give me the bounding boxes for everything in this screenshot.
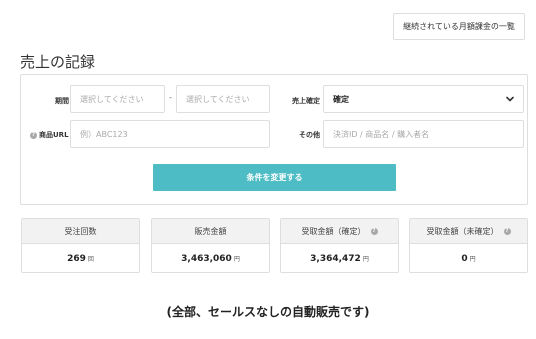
stat-unit: 円 [469,256,476,263]
stat-value-row: 0円 [410,244,527,273]
question-circle-icon[interactable]: ? [503,227,511,235]
stat-card-received-confirmed: 受取金額（確定）? 3,364,472 円 [280,218,399,273]
stat-title-text: 受注回数 [64,226,97,236]
date-to-input[interactable]: 選択してください [176,85,270,113]
footer-note: (全部、セールスなしの自動販売です) [166,305,370,319]
stat-value: 3,364,472 [310,253,361,264]
stat-card-sales-amount: 販売金額 3,463,060 円 [151,218,270,273]
product-url-input[interactable]: 例）ABC123 [70,120,270,148]
stat-title-text: 受取金額（未確定） [426,226,499,236]
stat-title: 受注回数 [22,219,139,244]
stat-title-text: 受取金額（確定） [301,226,366,236]
stat-unit: 円 [362,256,369,263]
stat-title: 受取金額（確定）? [281,219,398,244]
stat-value: 3,463,060 [181,253,232,264]
other-search-input[interactable]: 決済ID / 商品名 / 購入者名 [323,120,524,148]
stat-title: 受取金額（未確定）? [410,219,527,244]
period-label: 期間 [55,97,69,105]
stat-title: 販売金額 [152,219,269,244]
date-separator: - [169,93,172,102]
stat-value: 269 [67,253,86,264]
stat-card-orders: 受注回数 269 回 [21,218,140,273]
apply-filter-button[interactable]: 条件を変更する [153,164,396,191]
stat-title-text: 販売金額 [194,226,227,236]
product-url-label: 商品URL [39,131,69,139]
stat-card-received-unconfirmed: 受取金額（未確定）? 0円 [409,218,528,273]
page-title: 売上の記録 [20,53,96,71]
stat-value: 0 [461,253,468,264]
stat-value-row: 3,463,060 円 [152,244,269,273]
other-label: その他 [299,131,320,139]
stat-value-row: 3,364,472 円 [281,244,398,273]
stat-value-row: 269 回 [22,244,139,273]
sales-status-label: 売上確定 [292,97,320,105]
question-circle-icon[interactable]: ? [370,227,378,235]
stat-unit: 回 [87,256,94,263]
product-url-label-wrap: ? 商品URL [30,130,69,140]
recurring-billing-list-button[interactable]: 継続されている月額課金の一覧 [393,13,525,40]
sales-status-select[interactable]: 確定 [323,85,524,113]
date-from-input[interactable]: 選択してください [70,85,165,113]
question-circle-icon[interactable]: ? [30,131,37,139]
sales-status-value: 確定 [333,94,349,104]
chevron-down-icon [506,96,514,102]
stat-unit: 円 [233,256,240,263]
